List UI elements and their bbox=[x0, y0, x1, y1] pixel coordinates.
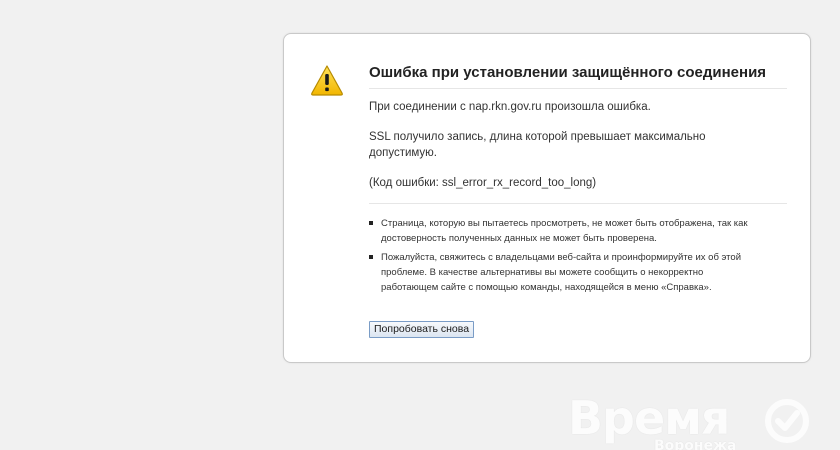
connection-message: При соединении с nap.rkn.gov.ru произошл… bbox=[369, 101, 651, 113]
error-code: (Код ошибки: ssl_error_rx_record_too_lon… bbox=[369, 177, 597, 189]
bullet-marker bbox=[369, 255, 373, 259]
watermark-brand: Время bbox=[568, 391, 730, 445]
suggestion-item: Страница, которую вы пытаетесь просмотре… bbox=[369, 216, 761, 246]
warning-triangle-icon bbox=[311, 65, 343, 96]
suggestion-text: Пожалуйста, свяжитесь с владельцами веб-… bbox=[381, 252, 742, 293]
error-content: Ошибка при установлении защищённого соед… bbox=[369, 64, 787, 299]
ssl-message: SSL получило запись, длина которой превы… bbox=[369, 131, 706, 159]
suggestion-text: Страница, которую вы пытаетесь просмотре… bbox=[381, 218, 748, 244]
error-suggestions-list: Страница, которую вы пытаетесь просмотре… bbox=[369, 216, 787, 295]
error-title: Ошибка при установлении защищённого соед… bbox=[369, 64, 787, 89]
watermark-logo: Время Воронежа bbox=[568, 392, 828, 450]
suggestion-item: Пожалуйста, свяжитесь с владельцами веб-… bbox=[369, 250, 761, 295]
divider bbox=[369, 203, 787, 204]
error-page: Ошибка при установлении защищённого соед… bbox=[0, 0, 840, 450]
watermark-subtitle: Воронежа bbox=[654, 438, 737, 450]
try-again-button[interactable]: Попробовать снова bbox=[369, 321, 475, 338]
check-circle-icon bbox=[765, 399, 809, 443]
error-dialog: Ошибка при установлении защищённого соед… bbox=[283, 33, 811, 363]
bullet-marker bbox=[369, 221, 373, 225]
